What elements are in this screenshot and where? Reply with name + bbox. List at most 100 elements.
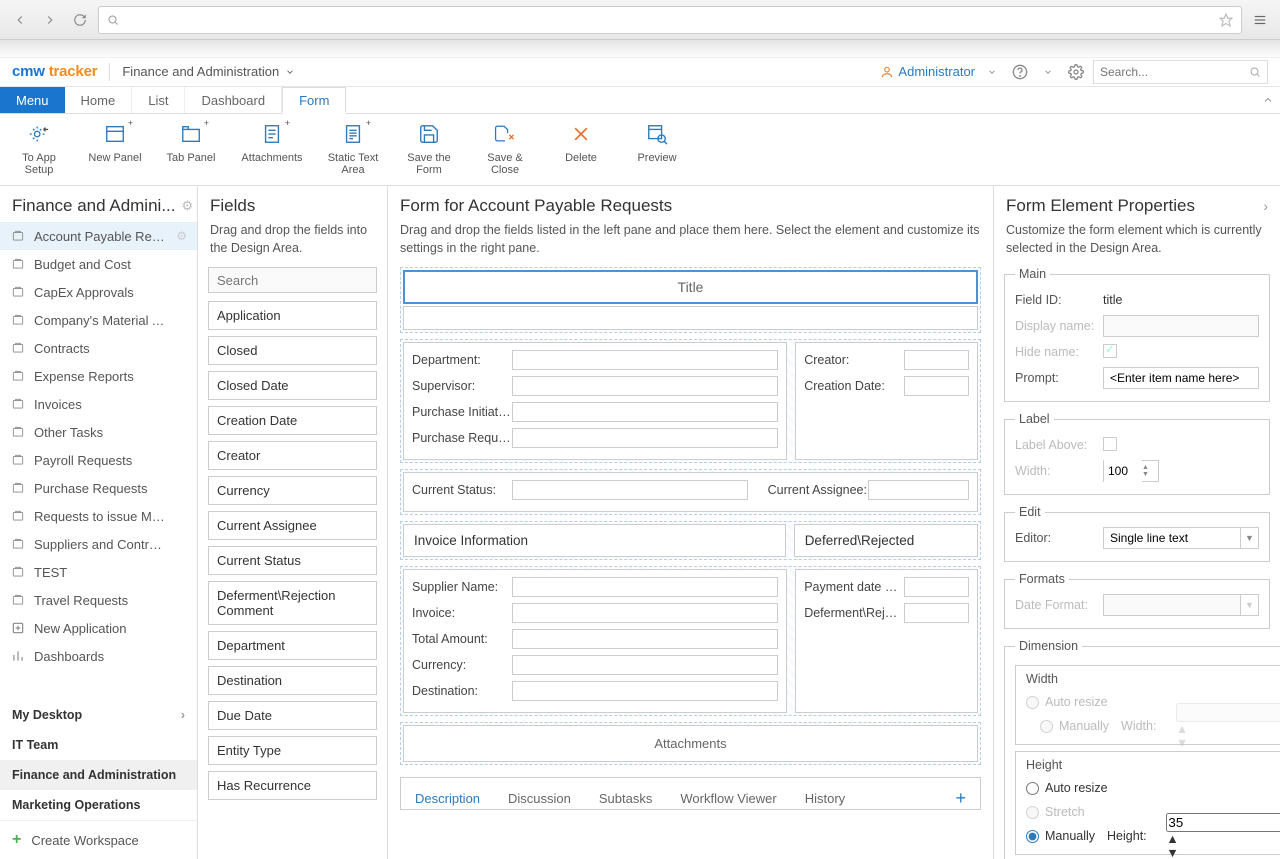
invoice-column[interactable]: Supplier Name:Invoice:Total Amount:Curre… [403, 569, 787, 713]
form-field-row[interactable]: Deferment\Rejec... [804, 600, 969, 626]
nav-item[interactable]: Requests to issue Mat...⚙ [0, 502, 197, 530]
tab-list[interactable]: List [132, 87, 185, 113]
title-field[interactable]: Title [403, 270, 978, 304]
tab-panel-button[interactable]: + Tab Panel [162, 120, 220, 164]
form-details-block[interactable]: Supplier Name:Invoice:Total Amount:Curre… [400, 566, 981, 716]
label-width-input[interactable] [1104, 460, 1142, 482]
form-column-left[interactable]: Department:Supervisor:Purchase Initiator… [403, 342, 787, 460]
field-chip[interactable]: Current Status [208, 546, 377, 575]
field-chip[interactable]: Creation Date [208, 406, 377, 435]
section-header[interactable]: Invoice Information [403, 524, 786, 557]
form-field-row[interactable]: Destination: [412, 678, 778, 704]
field-input[interactable] [904, 350, 969, 370]
new-panel-button[interactable]: + New Panel [86, 120, 144, 164]
settings-button[interactable] [1065, 61, 1087, 83]
field-input[interactable] [868, 480, 969, 500]
nav-item[interactable]: TEST⚙ [0, 558, 197, 586]
display-name-input[interactable] [1103, 315, 1259, 337]
field-chip[interactable]: Entity Type [208, 736, 377, 765]
url-bar[interactable] [98, 6, 1242, 34]
form-field-row[interactable]: Purchase Initiator: [412, 399, 778, 425]
field-input[interactable] [512, 629, 778, 649]
delete-button[interactable]: Delete [552, 120, 610, 164]
nav-item[interactable]: Payroll Requests⚙ [0, 446, 197, 474]
prompt-input[interactable] [1103, 367, 1259, 389]
field-input[interactable] [904, 577, 969, 597]
form-field-row[interactable]: Supplier Name: [412, 574, 778, 600]
nav-item[interactable]: Invoices⚙ [0, 390, 197, 418]
form-section-header-block[interactable]: Invoice Information Deferred\Rejected [400, 521, 981, 560]
gear-icon[interactable]: ⚙ [176, 229, 187, 243]
nav-item[interactable]: Other Tasks⚙ [0, 418, 197, 446]
form-field-row[interactable]: Department: [412, 347, 778, 373]
bottom-tab[interactable]: Description [415, 791, 480, 806]
nav-section[interactable]: IT Team [0, 730, 197, 760]
nav-section[interactable]: Marketing Operations [0, 790, 197, 820]
label-width-stepper[interactable]: ▲▼ [1103, 460, 1159, 482]
height-auto-radio[interactable] [1026, 782, 1039, 795]
browser-menu-button[interactable] [1248, 13, 1272, 27]
tab-home[interactable]: Home [65, 87, 133, 113]
field-chip[interactable]: Destination [208, 666, 377, 695]
field-chip[interactable]: Due Date [208, 701, 377, 730]
editor-select[interactable] [1103, 527, 1241, 549]
bottom-tab[interactable]: Subtasks [599, 791, 652, 806]
form-field-row[interactable]: Invoice: [412, 600, 778, 626]
chevron-down-icon[interactable]: ▼ [1241, 527, 1259, 549]
search-input[interactable] [1100, 65, 1249, 79]
date-format-select[interactable] [1103, 594, 1241, 616]
to-app-setup-button[interactable]: To App Setup [10, 120, 68, 176]
back-button[interactable] [8, 8, 32, 32]
field-input[interactable] [512, 480, 748, 500]
height-stepper[interactable]: ▲▼ [1166, 813, 1280, 859]
collapse-ribbon-button[interactable] [1256, 87, 1280, 113]
field-chip[interactable]: Creator [208, 441, 377, 470]
user-menu[interactable]: Administrator [880, 64, 975, 79]
form-field-row[interactable]: Supervisor: [412, 373, 778, 399]
field-chip[interactable]: Has Recurrence [208, 771, 377, 800]
save-form-button[interactable]: Save the Form [400, 120, 458, 176]
field-input[interactable] [904, 603, 969, 623]
fields-search-input[interactable] [208, 267, 377, 293]
bookmark-icon[interactable] [1219, 13, 1233, 27]
nav-item[interactable]: New Application [0, 614, 197, 642]
form-header-block[interactable]: Department:Supervisor:Purchase Initiator… [400, 339, 981, 463]
field-input[interactable] [512, 603, 778, 623]
nav-section[interactable]: My Desktop› [0, 700, 197, 730]
field-input[interactable] [512, 402, 778, 422]
field-input[interactable] [904, 376, 969, 396]
static-text-button[interactable]: + Static Text Area [324, 120, 382, 176]
form-title-block[interactable]: Title [400, 267, 981, 333]
field-chip[interactable]: Deferment\Rejection Comment [208, 581, 377, 625]
workspace-selector[interactable]: Finance and Administration [122, 64, 295, 79]
help-dropdown-button[interactable] [1037, 61, 1059, 83]
bottom-tab[interactable]: Workflow Viewer [680, 791, 776, 806]
field-chip[interactable]: Currency [208, 476, 377, 505]
nav-item[interactable]: Suppliers and Contrac...⚙ [0, 530, 197, 558]
form-column-right[interactable]: Creator:Creation Date: [795, 342, 978, 460]
field-input[interactable] [512, 681, 778, 701]
forward-button[interactable] [38, 8, 62, 32]
nav-section[interactable]: Finance and Administration [0, 760, 197, 790]
attachments-block[interactable]: Attachments [400, 722, 981, 765]
tab-form[interactable]: Form [282, 87, 346, 114]
height-input[interactable] [1166, 813, 1280, 832]
attachments-header[interactable]: Attachments [403, 725, 978, 762]
field-input[interactable] [512, 350, 778, 370]
blank-row[interactable] [403, 306, 978, 330]
nav-item[interactable]: Purchase Requests⚙ [0, 474, 197, 502]
form-field-row[interactable]: Payment date po... [804, 574, 969, 600]
spinner-icon[interactable]: ▲▼ [1142, 464, 1156, 478]
form-status-block[interactable]: Current Status: Current Assignee: [400, 469, 981, 515]
form-field-row[interactable]: Total Amount: [412, 626, 778, 652]
attachments-button[interactable]: + Attachments [238, 120, 306, 164]
create-workspace-button[interactable]: + Create Workspace [0, 820, 197, 859]
field-chip[interactable]: Application [208, 301, 377, 330]
nav-item[interactable]: CapEx Approvals⚙ [0, 278, 197, 306]
field-input[interactable] [512, 577, 778, 597]
nav-item[interactable]: Expense Reports⚙ [0, 362, 197, 390]
bottom-tab[interactable]: Discussion [508, 791, 571, 806]
add-tab-button[interactable]: + [955, 788, 966, 809]
user-dropdown-button[interactable] [981, 61, 1003, 83]
bottom-tab[interactable]: History [805, 791, 845, 806]
